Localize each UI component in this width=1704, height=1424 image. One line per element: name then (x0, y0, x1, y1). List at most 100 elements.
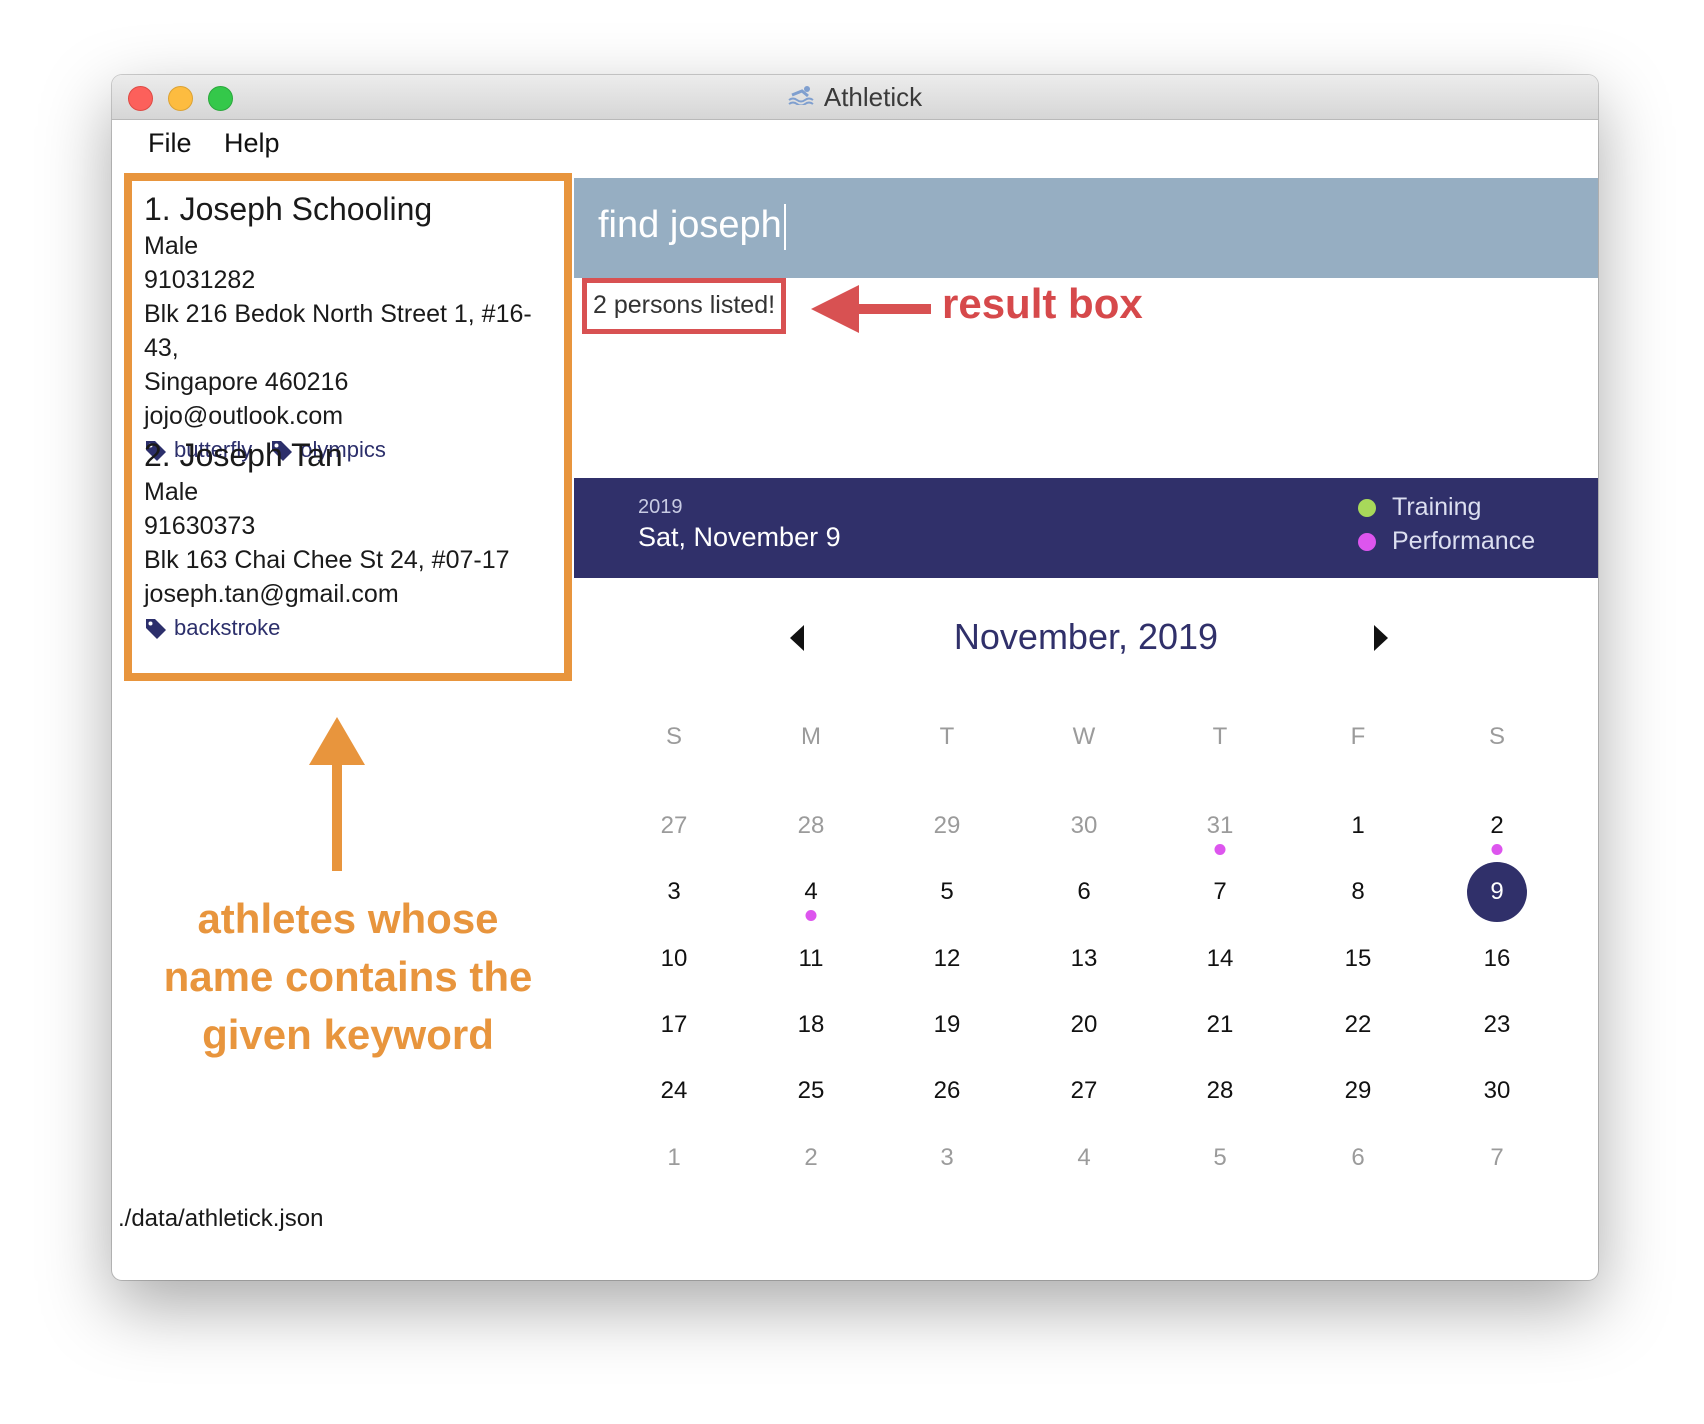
weekday-header: F (1350, 723, 1366, 750)
menu-help[interactable]: Help (224, 128, 280, 159)
calendar-day[interactable]: 22 (1345, 1011, 1372, 1039)
calendar-day[interactable]: 29 (934, 812, 961, 840)
command-input[interactable]: find joseph (598, 204, 782, 247)
calendar-day[interactable]: 17 (661, 1011, 688, 1039)
person-phone: 91630373 (144, 512, 256, 540)
window-title: Athletick (823, 81, 923, 112)
calendar-day[interactable]: 4 (1077, 1144, 1090, 1172)
person-gender: Male (144, 232, 199, 260)
weekday-header: M (801, 723, 821, 750)
result-box: 2 persons listed! (582, 278, 786, 334)
menu-bar: File Help (112, 120, 1598, 166)
legend-performance: Performance (1358, 527, 1535, 556)
calendar-year: 2019 (638, 496, 683, 518)
person-phone: 91031282 (144, 266, 256, 294)
calendar-day[interactable]: 16 (1484, 945, 1511, 973)
training-dot-icon (1358, 498, 1376, 517)
weekday-header: W (1072, 723, 1096, 750)
calendar-day[interactable]: 1 (667, 1144, 680, 1172)
athlete-swim-icon (788, 85, 814, 110)
weekday-header: T (1212, 723, 1228, 750)
calendar-day[interactable]: 12 (934, 945, 961, 973)
calendar-day[interactable]: 2 (1490, 812, 1503, 840)
weekday-header: S (665, 723, 683, 750)
calendar-day[interactable]: 15 (1345, 945, 1372, 973)
calendar-day[interactable]: 13 (1071, 945, 1098, 973)
calendar-day[interactable]: 3 (667, 878, 680, 906)
calendar-day[interactable]: 25 (798, 1077, 825, 1105)
calendar-day[interactable]: 4 (804, 878, 817, 906)
person-card[interactable]: 2. Joseph Tan Male 91630373 Blk 163 Chai… (144, 435, 510, 645)
next-month-button[interactable] (1370, 623, 1390, 653)
tag-icon (146, 619, 166, 639)
calendar-day[interactable]: 30 (1484, 1077, 1511, 1105)
calendar-day[interactable]: 27 (1071, 1077, 1098, 1105)
calendar-month-label: November, 2019 (953, 616, 1219, 657)
tag-label: backstroke (174, 615, 281, 640)
command-box[interactable]: find joseph (574, 178, 1598, 278)
annotation-arrow-left (811, 285, 931, 333)
person-address: Blk 216 Bedok North Street 1, #16-43, (144, 300, 532, 362)
title-bar: Athletick (112, 75, 1598, 120)
calendar-day-selected[interactable]: 9 (1490, 878, 1503, 906)
legend-label: Performance (1392, 527, 1536, 555)
person-card[interactable]: 1. Joseph Schooling Male 91031282 Blk 21… (144, 189, 564, 467)
app-window: Athletick File Help 1. Joseph Schooling … (112, 75, 1598, 1280)
legend-label: Training (1392, 493, 1482, 521)
calendar-day[interactable]: 18 (798, 1011, 825, 1039)
annotation-line: given keyword (202, 1011, 494, 1058)
calendar-day[interactable]: 30 (1071, 812, 1098, 840)
calendar-day[interactable]: 7 (1490, 1144, 1503, 1172)
status-bar-path: ./data/athletick.json (118, 1205, 324, 1232)
calendar-selected-date: Sat, November 9 (638, 522, 841, 552)
menu-file[interactable]: File (148, 128, 192, 159)
performance-event-dot-icon (1491, 844, 1503, 855)
person-name: 1. Joseph Schooling (144, 191, 433, 227)
calendar-day[interactable]: 24 (661, 1077, 688, 1105)
calendar-day[interactable]: 2 (804, 1144, 817, 1172)
tag: backstroke (144, 611, 280, 645)
calendar-day[interactable]: 28 (798, 812, 825, 840)
performance-event-dot-icon (805, 910, 817, 921)
calendar-day[interactable]: 31 (1207, 812, 1234, 840)
calendar-day[interactable]: 10 (661, 945, 688, 973)
annotation-keyword-text: athletes whose name contains the given k… (124, 890, 572, 1064)
person-email: jojo@outlook.com (144, 402, 344, 430)
calendar-day[interactable]: 5 (1213, 1144, 1226, 1172)
weekday-header: T (939, 723, 955, 750)
calendar-day[interactable]: 6 (1077, 878, 1090, 906)
result-message: 2 persons listed! (593, 291, 776, 319)
calendar-day[interactable]: 19 (934, 1011, 961, 1039)
calendar-day[interactable]: 21 (1207, 1011, 1234, 1039)
calendar-day[interactable]: 23 (1484, 1011, 1511, 1039)
person-name: 2. Joseph Tan (144, 437, 343, 473)
person-email: joseph.tan@gmail.com (144, 580, 399, 608)
calendar-day[interactable]: 5 (940, 878, 953, 906)
calendar-day[interactable]: 11 (799, 945, 824, 973)
person-gender: Male (144, 478, 199, 506)
performance-dot-icon (1358, 532, 1376, 551)
legend-training: Training (1358, 493, 1481, 522)
calendar-day[interactable]: 7 (1213, 878, 1226, 906)
calendar-day[interactable]: 8 (1351, 878, 1364, 906)
calendar-day[interactable]: 27 (661, 812, 688, 840)
calendar-day[interactable]: 3 (940, 1144, 953, 1172)
performance-event-dot-icon (1214, 844, 1226, 855)
weekday-header: S (1488, 723, 1506, 750)
calendar-header: 2019 Sat, November 9 Training Performanc… (574, 478, 1598, 578)
calendar-day[interactable]: 6 (1351, 1144, 1364, 1172)
annotation-result-box: result box (942, 280, 1143, 327)
calendar-day[interactable]: 20 (1071, 1011, 1098, 1039)
calendar-day[interactable]: 14 (1207, 945, 1234, 973)
annotation-line: name contains the (163, 953, 533, 1000)
person-address-cont: Singapore 460216 (144, 368, 349, 396)
person-list-panel[interactable]: 1. Joseph Schooling Male 91031282 Blk 21… (124, 173, 572, 681)
annotation-line: athletes whose (197, 895, 499, 942)
text-caret (784, 204, 786, 250)
person-tags: backstroke (144, 611, 510, 645)
annotation-arrow-up (309, 717, 365, 871)
calendar-day[interactable]: 28 (1207, 1077, 1234, 1105)
calendar-day[interactable]: 26 (934, 1077, 961, 1105)
calendar-day[interactable]: 29 (1345, 1077, 1372, 1105)
calendar-day[interactable]: 1 (1351, 812, 1364, 840)
